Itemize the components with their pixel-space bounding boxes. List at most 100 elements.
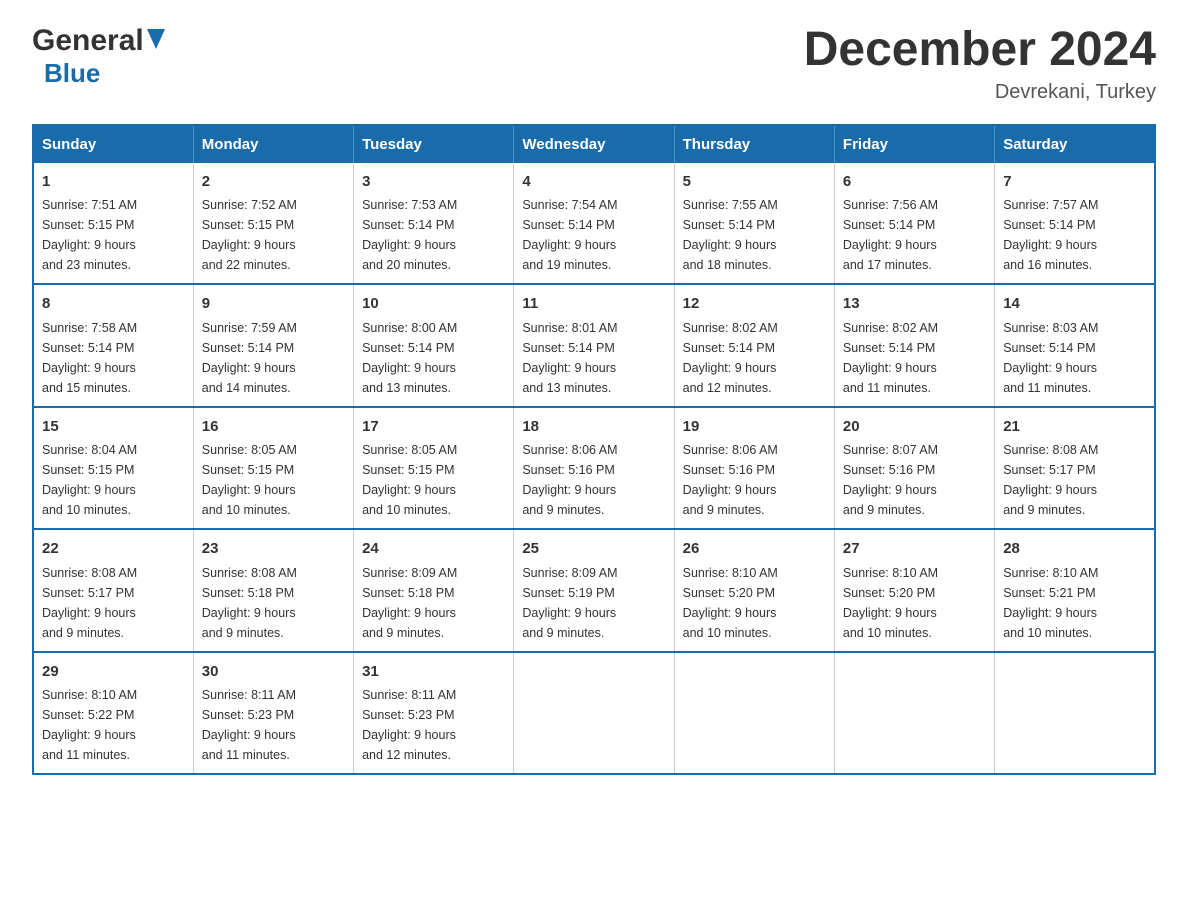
day-info: Sunrise: 8:02 AMSunset: 5:14 PMDaylight:… [683,318,826,398]
calendar-cell: 27Sunrise: 8:10 AMSunset: 5:20 PMDayligh… [834,529,994,652]
calendar-cell: 28Sunrise: 8:10 AMSunset: 5:21 PMDayligh… [995,529,1155,652]
day-info: Sunrise: 8:11 AMSunset: 5:23 PMDaylight:… [362,685,505,765]
day-info: Sunrise: 7:58 AMSunset: 5:14 PMDaylight:… [42,318,185,398]
day-info: Sunrise: 8:11 AMSunset: 5:23 PMDaylight:… [202,685,345,765]
day-number: 30 [202,661,345,684]
day-info: Sunrise: 7:54 AMSunset: 5:14 PMDaylight:… [522,195,665,275]
day-number: 20 [843,416,986,439]
day-info: Sunrise: 8:03 AMSunset: 5:14 PMDaylight:… [1003,318,1146,398]
calendar-week-row: 29Sunrise: 8:10 AMSunset: 5:22 PMDayligh… [33,652,1155,775]
day-number: 26 [683,538,826,561]
day-number: 10 [362,293,505,316]
day-info: Sunrise: 8:00 AMSunset: 5:14 PMDaylight:… [362,318,505,398]
day-info: Sunrise: 8:10 AMSunset: 5:22 PMDaylight:… [42,685,185,765]
day-number: 13 [843,293,986,316]
day-number: 14 [1003,293,1146,316]
calendar-cell [674,652,834,775]
day-info: Sunrise: 8:05 AMSunset: 5:15 PMDaylight:… [202,440,345,520]
calendar-cell [995,652,1155,775]
calendar-cell: 3Sunrise: 7:53 AMSunset: 5:14 PMDaylight… [354,163,514,285]
calendar-cell: 5Sunrise: 7:55 AMSunset: 5:14 PMDaylight… [674,163,834,285]
day-number: 11 [522,293,665,316]
calendar-cell: 23Sunrise: 8:08 AMSunset: 5:18 PMDayligh… [193,529,353,652]
day-info: Sunrise: 8:08 AMSunset: 5:17 PMDaylight:… [1003,440,1146,520]
day-info: Sunrise: 8:06 AMSunset: 5:16 PMDaylight:… [522,440,665,520]
day-number: 12 [683,293,826,316]
calendar-cell: 20Sunrise: 8:07 AMSunset: 5:16 PMDayligh… [834,407,994,530]
day-number: 3 [362,171,505,194]
day-number: 5 [683,171,826,194]
day-number: 22 [42,538,185,561]
day-number: 15 [42,416,185,439]
day-info: Sunrise: 8:05 AMSunset: 5:15 PMDaylight:… [362,440,505,520]
day-number: 16 [202,416,345,439]
calendar-cell: 18Sunrise: 8:06 AMSunset: 5:16 PMDayligh… [514,407,674,530]
day-number: 31 [362,661,505,684]
logo-blue-text: Blue [44,58,100,89]
col-sunday: Sunday [33,125,193,163]
day-number: 6 [843,171,986,194]
logo: General Blue [32,24,165,89]
day-number: 18 [522,416,665,439]
calendar-cell: 29Sunrise: 8:10 AMSunset: 5:22 PMDayligh… [33,652,193,775]
day-number: 2 [202,171,345,194]
day-number: 1 [42,171,185,194]
day-number: 29 [42,661,185,684]
calendar-cell: 17Sunrise: 8:05 AMSunset: 5:15 PMDayligh… [354,407,514,530]
calendar-cell: 9Sunrise: 7:59 AMSunset: 5:14 PMDaylight… [193,284,353,407]
calendar-cell: 12Sunrise: 8:02 AMSunset: 5:14 PMDayligh… [674,284,834,407]
day-number: 9 [202,293,345,316]
logo-triangle-icon [147,29,165,49]
day-number: 8 [42,293,185,316]
col-tuesday: Tuesday [354,125,514,163]
calendar-week-row: 22Sunrise: 8:08 AMSunset: 5:17 PMDayligh… [33,529,1155,652]
day-info: Sunrise: 8:08 AMSunset: 5:18 PMDaylight:… [202,563,345,643]
day-info: Sunrise: 8:09 AMSunset: 5:18 PMDaylight:… [362,563,505,643]
day-number: 23 [202,538,345,561]
col-monday: Monday [193,125,353,163]
calendar-cell: 16Sunrise: 8:05 AMSunset: 5:15 PMDayligh… [193,407,353,530]
day-number: 7 [1003,171,1146,194]
day-info: Sunrise: 8:01 AMSunset: 5:14 PMDaylight:… [522,318,665,398]
day-number: 21 [1003,416,1146,439]
calendar-cell: 31Sunrise: 8:11 AMSunset: 5:23 PMDayligh… [354,652,514,775]
logo-general-text: General [32,24,144,58]
day-info: Sunrise: 8:07 AMSunset: 5:16 PMDaylight:… [843,440,986,520]
day-info: Sunrise: 7:52 AMSunset: 5:15 PMDaylight:… [202,195,345,275]
page-header: General Blue December 2024 Devrekani, Tu… [32,24,1156,104]
day-info: Sunrise: 8:09 AMSunset: 5:19 PMDaylight:… [522,563,665,643]
calendar-cell: 2Sunrise: 7:52 AMSunset: 5:15 PMDaylight… [193,163,353,285]
day-info: Sunrise: 7:57 AMSunset: 5:14 PMDaylight:… [1003,195,1146,275]
day-number: 25 [522,538,665,561]
calendar-cell: 22Sunrise: 8:08 AMSunset: 5:17 PMDayligh… [33,529,193,652]
day-info: Sunrise: 8:10 AMSunset: 5:21 PMDaylight:… [1003,563,1146,643]
title-block: December 2024 Devrekani, Turkey [804,24,1156,104]
day-info: Sunrise: 7:55 AMSunset: 5:14 PMDaylight:… [683,195,826,275]
col-thursday: Thursday [674,125,834,163]
calendar-cell: 8Sunrise: 7:58 AMSunset: 5:14 PMDaylight… [33,284,193,407]
day-info: Sunrise: 7:59 AMSunset: 5:14 PMDaylight:… [202,318,345,398]
col-saturday: Saturday [995,125,1155,163]
calendar-cell: 15Sunrise: 8:04 AMSunset: 5:15 PMDayligh… [33,407,193,530]
calendar-cell: 21Sunrise: 8:08 AMSunset: 5:17 PMDayligh… [995,407,1155,530]
calendar-body: 1Sunrise: 7:51 AMSunset: 5:15 PMDaylight… [33,163,1155,775]
day-info: Sunrise: 8:08 AMSunset: 5:17 PMDaylight:… [42,563,185,643]
day-info: Sunrise: 7:53 AMSunset: 5:14 PMDaylight:… [362,195,505,275]
day-info: Sunrise: 8:10 AMSunset: 5:20 PMDaylight:… [683,563,826,643]
col-friday: Friday [834,125,994,163]
calendar-cell: 1Sunrise: 7:51 AMSunset: 5:15 PMDaylight… [33,163,193,285]
calendar-cell: 6Sunrise: 7:56 AMSunset: 5:14 PMDaylight… [834,163,994,285]
day-number: 24 [362,538,505,561]
calendar-cell: 25Sunrise: 8:09 AMSunset: 5:19 PMDayligh… [514,529,674,652]
calendar-cell: 4Sunrise: 7:54 AMSunset: 5:14 PMDaylight… [514,163,674,285]
calendar-cell [514,652,674,775]
calendar-week-row: 8Sunrise: 7:58 AMSunset: 5:14 PMDaylight… [33,284,1155,407]
day-info: Sunrise: 8:04 AMSunset: 5:15 PMDaylight:… [42,440,185,520]
calendar-cell: 30Sunrise: 8:11 AMSunset: 5:23 PMDayligh… [193,652,353,775]
calendar-week-row: 15Sunrise: 8:04 AMSunset: 5:15 PMDayligh… [33,407,1155,530]
month-title: December 2024 [804,24,1156,77]
day-number: 27 [843,538,986,561]
calendar-cell: 10Sunrise: 8:00 AMSunset: 5:14 PMDayligh… [354,284,514,407]
calendar-cell [834,652,994,775]
day-number: 19 [683,416,826,439]
